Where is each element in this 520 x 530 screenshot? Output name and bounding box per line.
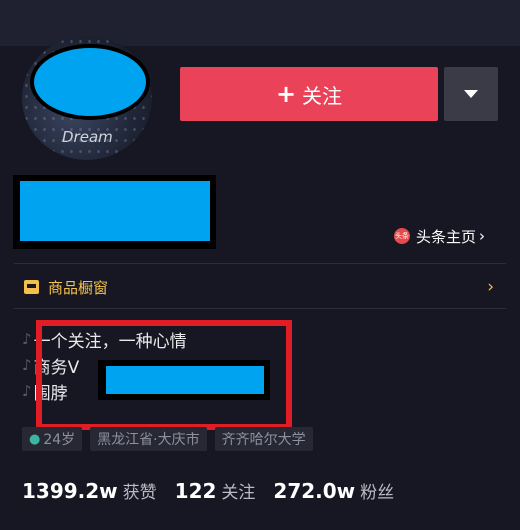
- likes-label: 获赞: [122, 483, 157, 503]
- username-redaction: [13, 175, 216, 249]
- chevron-right-icon: ›: [479, 227, 486, 245]
- profile-tags: ● 24岁 黑龙江省·大庆市 齐齐哈尔大学: [22, 427, 313, 451]
- following-stat[interactable]: 122 关注: [175, 478, 256, 503]
- avatar-redaction: [30, 44, 150, 120]
- person-icon: ●: [29, 431, 41, 447]
- age-tag-label: 24岁: [43, 432, 76, 448]
- username-redaction-fill: [20, 181, 210, 241]
- music-note-icon: ♪: [22, 382, 32, 400]
- avatar-signature: Dream: [62, 128, 113, 146]
- divider: [14, 263, 506, 264]
- dropdown-triangle-icon: [464, 90, 478, 98]
- follow-button-label: 关注: [302, 83, 343, 108]
- school-tag[interactable]: 齐齐哈尔大学: [214, 427, 313, 451]
- follow-button[interactable]: + 关注: [180, 67, 438, 121]
- fans-count: 272.0w: [273, 479, 356, 503]
- plus-icon: +: [275, 80, 297, 108]
- shop-window-row[interactable]: 商品橱窗 ›: [24, 276, 498, 298]
- shop-window-label: 商品橱窗: [48, 278, 109, 297]
- toutiao-icon: 头条: [394, 228, 410, 244]
- highlight-box: [36, 320, 292, 430]
- profile-stats: 1399.2w 获赞 122 关注 272.0w 粉丝: [22, 478, 412, 503]
- chevron-right-icon: ›: [487, 277, 494, 297]
- following-count: 122: [174, 479, 217, 503]
- more-options-button[interactable]: [444, 67, 498, 121]
- toutiao-homepage-link[interactable]: 头条 头条主页 ›: [394, 226, 485, 246]
- location-tag: 黑龙江省·大庆市: [90, 427, 207, 451]
- shop-icon: [24, 280, 39, 294]
- fans-stat[interactable]: 272.0w 粉丝: [273, 478, 394, 503]
- divider: [14, 308, 506, 309]
- toutiao-link-label: 头条主页: [416, 227, 477, 246]
- likes-count: 1399.2w: [22, 479, 118, 503]
- music-note-icon: ♪: [22, 330, 32, 348]
- age-tag: ● 24岁: [22, 427, 83, 451]
- following-label: 关注: [221, 483, 256, 503]
- fans-label: 粉丝: [360, 483, 395, 503]
- music-note-icon: ♪: [22, 356, 32, 374]
- likes-stat[interactable]: 1399.2w 获赞: [22, 478, 157, 503]
